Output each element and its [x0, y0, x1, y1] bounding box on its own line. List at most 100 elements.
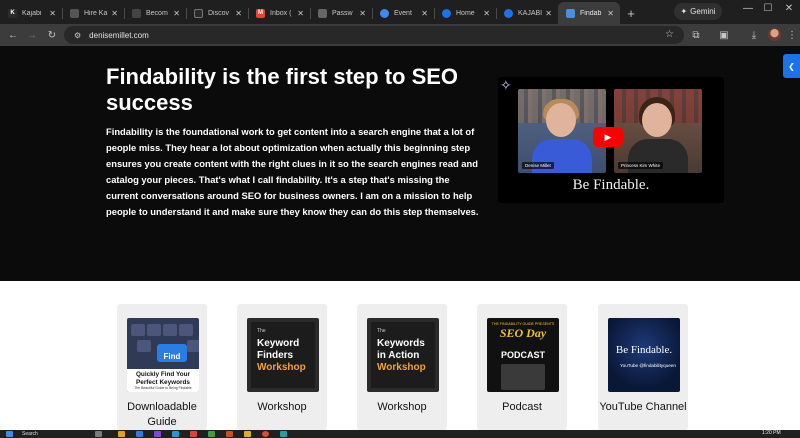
tab-kajabi[interactable]: K Kajabi ✕	[0, 2, 62, 24]
tab-passwords[interactable]: Passw ✕	[310, 2, 372, 24]
extensions-icon[interactable]: ⧉	[688, 27, 704, 43]
windows-start-icon[interactable]	[6, 431, 13, 437]
guide-thumbnail[interactable]: Find Quickly Find Your Perfect Keywords …	[127, 318, 199, 392]
site-icon	[194, 8, 203, 18]
app-icon[interactable]	[95, 431, 102, 437]
card-label[interactable]: YouTube Channel	[598, 400, 688, 415]
guide-thumb-subtitle: The Beautiful Guide to Being Findable	[134, 386, 192, 390]
chevron-left-icon[interactable]: ❮	[783, 54, 800, 78]
tab-title: Inbox (	[270, 9, 292, 17]
close-window-icon[interactable]: ✕	[781, 3, 797, 14]
tab-discover[interactable]: Discov ✕	[186, 2, 248, 24]
card-keyword-finders-workshop[interactable]: The Keyword Finders Workshop Workshop	[237, 304, 327, 430]
back-arrow-icon[interactable]: ←	[5, 27, 21, 43]
card-downloadable-guide[interactable]: Find Quickly Find Your Perfect Keywords …	[117, 304, 207, 430]
site-info-icon[interactable]: ⚙	[74, 31, 81, 40]
video-caption: Be Findable.	[572, 177, 650, 193]
tab-title: Discov	[208, 9, 230, 17]
close-icon[interactable]: ✕	[545, 9, 552, 18]
person-left	[546, 103, 576, 137]
close-icon[interactable]: ✕	[607, 9, 614, 18]
edge-icon[interactable]	[172, 431, 179, 437]
profile-avatar[interactable]	[768, 28, 781, 41]
podcast-photo	[501, 364, 545, 390]
hero-title: Findability is the first step to SEO suc…	[106, 64, 459, 115]
tab-event[interactable]: Event ✕	[372, 2, 434, 24]
app-icon[interactable]	[226, 431, 233, 437]
chrome-icon[interactable]	[262, 431, 269, 437]
close-icon[interactable]: ✕	[173, 9, 180, 18]
url-text: denisemillet.com	[89, 30, 149, 40]
card-label[interactable]: Workshop	[237, 400, 327, 415]
reload-icon[interactable]: ↻	[44, 27, 60, 43]
site-icon	[132, 8, 141, 18]
close-icon[interactable]: ✕	[297, 9, 304, 18]
file-explorer-icon[interactable]	[118, 431, 125, 437]
tab-title: Event	[394, 9, 412, 17]
youtube-thumbnail[interactable]: Be Findable. YouTube @findabilityqueen	[608, 318, 680, 392]
card-label[interactable]: Podcast	[477, 400, 567, 415]
mail-icon[interactable]	[136, 431, 143, 437]
tab-title: Becom	[146, 9, 168, 17]
guide-thumb-title: Quickly Find Your Perfect Keywords	[135, 371, 191, 386]
site-icon	[504, 8, 513, 18]
video-panel-right: Princess Kim White	[614, 89, 702, 173]
right-name-tag: Princess Kim White	[618, 162, 664, 169]
tab-kajabi-2[interactable]: KAJABI ✕	[496, 2, 558, 24]
close-icon[interactable]: ✕	[235, 9, 242, 18]
find-key-icon: Find	[157, 344, 187, 362]
gemini-label: Gemini	[690, 7, 716, 16]
person-right	[642, 103, 672, 137]
close-icon[interactable]: ✕	[49, 9, 56, 18]
card-label[interactable]: Workshop	[357, 400, 447, 415]
forward-arrow-icon[interactable]: →	[24, 27, 40, 43]
taskbar-clock: 1:20 PM	[762, 430, 781, 436]
app-icon[interactable]	[208, 431, 215, 437]
app-icon[interactable]	[244, 431, 251, 437]
app-icon[interactable]	[280, 431, 287, 437]
gemini-button[interactable]: ✦ Gemini	[674, 3, 722, 20]
tab-title: KAJABI	[518, 9, 543, 17]
event-icon	[380, 8, 389, 18]
tab-findability[interactable]: Findab ✕	[558, 2, 620, 24]
app-icon[interactable]	[190, 431, 197, 437]
card-label[interactable]: Downloadable Guide	[117, 400, 207, 430]
card-youtube-channel[interactable]: Be Findable. YouTube @findabilityqueen Y…	[598, 304, 688, 430]
video-thumbnail[interactable]: ✧ Denise Millet Princess Kim White ▶ Be …	[498, 77, 724, 203]
tab-search-icon[interactable]: ▣	[716, 27, 732, 43]
download-icon[interactable]: ⤓	[746, 27, 762, 43]
address-bar[interactable]: ⚙ denisemillet.com ☆	[64, 26, 684, 44]
workshop-thumbnail[interactable]: The Keyword Finders Workshop	[247, 318, 319, 392]
tab-hire[interactable]: Hire Ka ✕	[62, 2, 124, 24]
kajabi-icon: K	[8, 8, 17, 18]
tab-home[interactable]: Home ✕	[434, 2, 496, 24]
close-icon[interactable]: ✕	[359, 9, 366, 18]
maximize-icon[interactable]: ☐	[760, 3, 776, 14]
taskbar-search[interactable]: Search	[22, 431, 38, 437]
tab-title: Passw	[332, 9, 353, 17]
bookmark-star-icon[interactable]: ☆	[665, 29, 674, 40]
sparkle-icon: ✦	[680, 7, 688, 16]
app-icon[interactable]	[154, 431, 161, 437]
new-tab-button[interactable]: +	[620, 2, 642, 24]
youtube-play-icon[interactable]: ▶	[593, 127, 623, 147]
tab-title: Findab	[580, 9, 602, 17]
hero-section: Findability is the first step to SEO suc…	[0, 46, 800, 281]
card-keywords-in-action-workshop[interactable]: The Keywords in Action Workshop Workshop	[357, 304, 447, 430]
close-icon[interactable]: ✕	[483, 9, 490, 18]
minimize-icon[interactable]: —	[740, 3, 756, 14]
hero-body: Findability is the foundational work to …	[106, 126, 479, 217]
left-name-tag: Denise Millet	[522, 162, 554, 169]
podcast-thumbnail[interactable]: THE FINDABILITY GUIDE PRESENTS SEO Day P…	[487, 318, 559, 392]
tab-become[interactable]: Becom ✕	[124, 2, 186, 24]
tab-title: Hire Ka	[84, 9, 108, 17]
tab-title: Home	[456, 9, 475, 17]
menu-kebab-icon[interactable]: ⋮	[784, 27, 800, 43]
card-podcast[interactable]: THE FINDABILITY GUIDE PRESENTS SEO Day P…	[477, 304, 567, 430]
close-icon[interactable]: ✕	[421, 9, 428, 18]
close-icon[interactable]: ✕	[111, 9, 118, 18]
tab-inbox[interactable]: M Inbox ( ✕	[248, 2, 310, 24]
workshop-thumbnail[interactable]: The Keywords in Action Workshop	[367, 318, 439, 392]
site-icon	[318, 8, 327, 18]
site-icon	[566, 8, 575, 18]
